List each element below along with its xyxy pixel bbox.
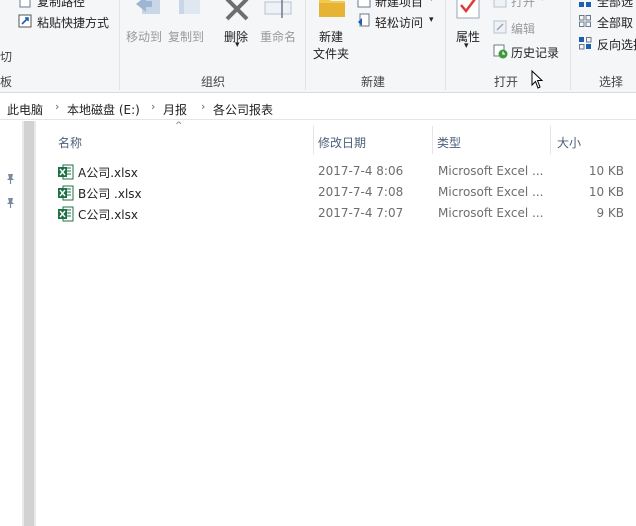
chevron-right-icon[interactable]: › (55, 100, 59, 113)
navigation-pane (0, 121, 22, 526)
column-header-date-label: 修改日期 (318, 136, 367, 150)
mouse-cursor-icon (531, 69, 544, 92)
new-folder-button[interactable]: 新建 (319, 28, 343, 45)
edit-icon (493, 20, 507, 37)
select-all-icon (578, 0, 592, 11)
pin-icon[interactable] (5, 197, 16, 212)
new-item-icon (357, 0, 371, 11)
file-type: Microsoft Excel ... (438, 206, 544, 220)
navigation-scrollbar[interactable] (22, 121, 36, 526)
ribbon: 复制路径 粘贴快捷方式 切 板 移动到 复制到 删除 ▾ 重命名 组织 新建 文… (0, 0, 636, 93)
move-to-button[interactable]: 移动到 (126, 28, 162, 45)
sort-ascending-icon: ^ (175, 121, 183, 131)
file-size: 10 KB (588, 164, 624, 178)
cut-button[interactable]: 切 (0, 48, 12, 65)
separator (305, 0, 306, 90)
select-group-label: 选择 (599, 75, 624, 89)
new-item-button[interactable]: 新建项目 (375, 0, 423, 10)
copy-path-button[interactable]: 复制路径 (37, 0, 85, 10)
copy-to-icon (175, 0, 203, 25)
easy-access-dropdown-icon[interactable]: ▾ (429, 15, 434, 25)
new-folder-button-line2[interactable]: 文件夹 (313, 45, 349, 62)
breadcrumb-monthly-report[interactable]: 月报 (163, 101, 187, 118)
column-header-type[interactable]: 类型 (432, 121, 550, 161)
open-dropdown-icon[interactable]: ▾ (540, 0, 545, 4)
file-date: 2017-7-4 7:07 (318, 206, 404, 220)
properties-dropdown-icon[interactable]: ▾ (464, 41, 469, 51)
paste-shortcut-button[interactable]: 粘贴快捷方式 (37, 14, 109, 31)
file-row[interactable]: C公司.xlsx 2017-7-4 7:07 Microsoft Excel .… (36, 203, 636, 224)
breadcrumb-this-pc[interactable]: 此电脑 (7, 101, 43, 118)
separator (570, 0, 571, 90)
excel-file-icon (58, 164, 74, 180)
file-name: A公司.xlsx (78, 166, 138, 180)
file-date: 2017-7-4 7:08 (318, 185, 404, 199)
clipboard-group-label: 板 (0, 75, 13, 89)
column-header-name-label: 名称 (58, 136, 83, 150)
delete-dropdown-icon[interactable]: ▾ (235, 40, 240, 50)
history-icon (493, 44, 508, 62)
delete-icon (224, 0, 250, 25)
file-name: B公司 .xlsx (78, 187, 142, 201)
chevron-right-icon[interactable]: › (201, 100, 205, 113)
new-item-dropdown-icon[interactable]: ▾ (429, 0, 434, 4)
easy-access-icon (357, 13, 371, 30)
file-name: C公司.xlsx (78, 208, 138, 222)
paste-shortcut-icon (18, 14, 32, 31)
open-button[interactable]: 打开 (511, 0, 535, 10)
column-header-size-label: 大小 (557, 136, 582, 150)
separator (119, 0, 120, 90)
scrollbar-thumb[interactable] (24, 121, 34, 526)
breadcrumb-drive-e[interactable]: 本地磁盘 (E:) (67, 101, 140, 118)
select-none-icon (578, 14, 592, 31)
invert-selection-button[interactable]: 反向选择 (597, 36, 636, 53)
select-none-button[interactable]: 全部取 (597, 14, 633, 31)
copy-path-icon (18, 0, 32, 11)
open-group-label: 打开 (494, 75, 519, 89)
organize-group-label: 组织 (201, 75, 226, 89)
separator (445, 0, 446, 90)
file-date: 2017-7-4 8:06 (318, 164, 404, 178)
excel-file-icon (58, 206, 74, 222)
pin-icon[interactable] (5, 173, 16, 188)
excel-file-icon (58, 185, 74, 201)
rename-icon (264, 0, 292, 25)
file-list: 名称 ^ 修改日期 类型 大小 A公司.xlsx 2017-7-4 8:06 M… (36, 121, 636, 526)
move-to-icon (134, 0, 162, 25)
file-size: 9 KB (596, 206, 624, 220)
history-button[interactable]: 历史记录 (511, 44, 559, 61)
chevron-right-icon[interactable]: › (151, 100, 155, 113)
open-icon (493, 0, 507, 11)
column-header-type-label: 类型 (437, 136, 462, 150)
breadcrumb: 此电脑 › 本地磁盘 (E:) › 月报 › 各公司报表 (0, 96, 636, 120)
column-header-name[interactable]: 名称 ^ (36, 121, 313, 161)
file-type: Microsoft Excel ... (438, 185, 544, 199)
breadcrumb-company-reports[interactable]: 各公司报表 (213, 101, 273, 118)
new-group-label: 新建 (361, 75, 386, 89)
file-row[interactable]: B公司 .xlsx 2017-7-4 7:08 Microsoft Excel … (36, 182, 636, 203)
copy-to-button[interactable]: 复制到 (168, 28, 204, 45)
file-row[interactable]: A公司.xlsx 2017-7-4 8:06 Microsoft Excel .… (36, 161, 636, 182)
file-type: Microsoft Excel ... (438, 164, 544, 178)
properties-icon (456, 0, 480, 23)
column-header-date[interactable]: 修改日期 (313, 121, 432, 161)
new-folder-icon (318, 0, 346, 23)
rename-button[interactable]: 重命名 (260, 28, 296, 45)
edit-button[interactable]: 编辑 (511, 20, 535, 37)
select-all-button[interactable]: 全部选 (597, 0, 633, 10)
column-header-size[interactable]: 大小 (550, 121, 636, 161)
file-size: 10 KB (588, 185, 624, 199)
invert-selection-icon (578, 36, 592, 53)
easy-access-button[interactable]: 轻松访问 (375, 14, 423, 31)
